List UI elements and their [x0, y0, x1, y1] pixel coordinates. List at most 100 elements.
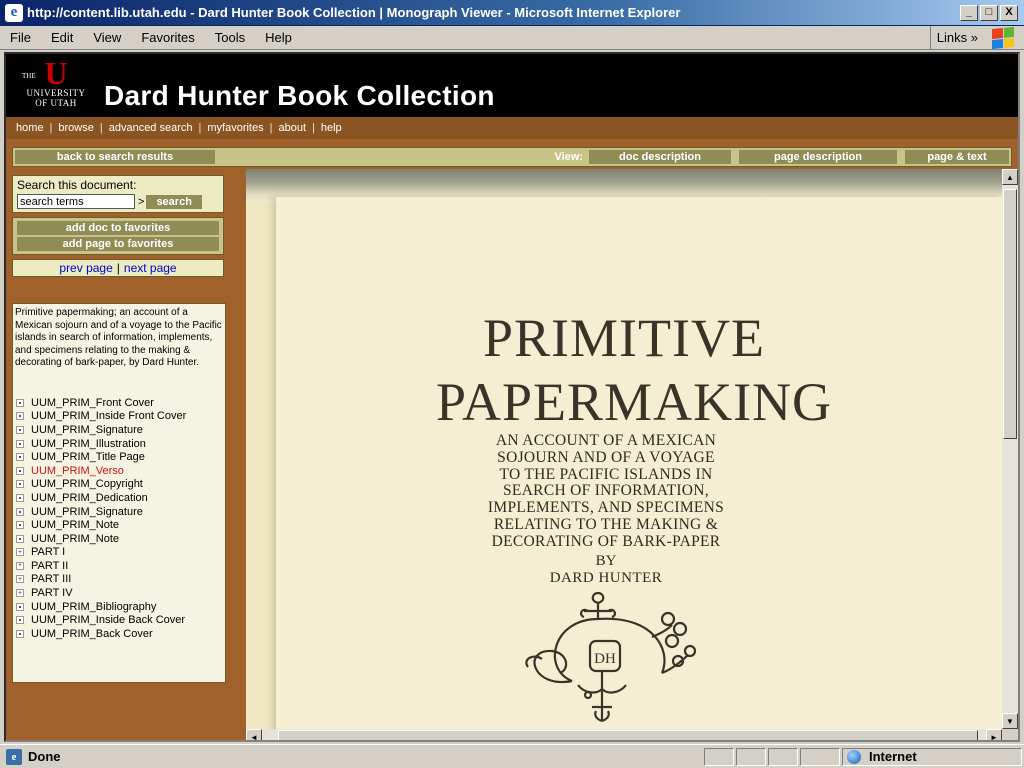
toc-item[interactable]: + PART I — [15, 546, 223, 560]
toc-item[interactable]: UUM_PRIM_Copyright — [15, 478, 223, 492]
toc-list: UUM_PRIM_Front Cover UUM_PRIM_Inside Fron… — [15, 396, 223, 641]
page-done-icon: e — [6, 748, 22, 765]
toc-item-label: UUM_PRIM_Back Cover — [31, 627, 153, 640]
status-pane — [800, 747, 840, 766]
nav-separator: | — [99, 122, 103, 134]
minimize-button[interactable]: _ — [960, 4, 978, 21]
nav-about[interactable]: about — [278, 122, 306, 134]
menu-bar: File Edit View Favorites Tools Help Link… — [0, 26, 1024, 50]
add-page-to-favorites-button[interactable]: add page to favorites — [17, 237, 219, 251]
page-image[interactable]: PRIMITIVE PAPERMAKING AN ACCOUNT OF A ME… — [246, 169, 1002, 729]
vertical-scrollbar[interactable]: ▲ ▼ — [1002, 169, 1018, 729]
toc-item[interactable]: UUM_PRIM_Front Cover — [15, 396, 223, 410]
subtitle-line: IMPLEMENTS, AND SPECIMENS — [487, 499, 725, 517]
logo-line2: OF UTAH — [35, 98, 77, 108]
toc-item[interactable]: UUM_PRIM_Back Cover — [15, 627, 223, 641]
subtitle-line: SEARCH OF INFORMATION, — [503, 482, 709, 500]
viewer-toolbar: back to search results View: doc descrip… — [12, 147, 1012, 167]
toc-item[interactable]: UUM_PRIM_Inside Back Cover — [15, 613, 223, 627]
toc-item[interactable]: UUM_PRIM_Note — [15, 518, 223, 532]
document-search-box: Search this document: > search — [12, 175, 224, 213]
table-of-contents: Primitive papermaking; an account of a M… — [12, 303, 226, 683]
close-button[interactable]: X — [1000, 4, 1018, 21]
search-input[interactable] — [17, 194, 135, 209]
expand-plus-icon[interactable]: + — [16, 575, 24, 584]
bullet-icon — [16, 629, 24, 638]
book-author: DARD HUNTER — [549, 570, 663, 586]
ie-icon: e — [5, 3, 23, 22]
menu-edit[interactable]: Edit — [41, 30, 83, 45]
site-header: THE U UNIVERSITY OF UTAH Dard Hunter Boo… — [6, 54, 1018, 117]
horizontal-scroll-thumb[interactable] — [278, 730, 978, 740]
spacer — [6, 139, 1018, 147]
status-bar: e Done Internet — [0, 744, 1024, 768]
links-button[interactable]: Links » — [937, 30, 978, 45]
toc-item[interactable]: UUM_PRIM_Illustration — [15, 437, 223, 451]
pager: prev page | next page — [12, 259, 224, 277]
add-doc-to-favorites-button[interactable]: add doc to favorites — [17, 221, 219, 235]
horizontal-scrollbar[interactable]: ◄ ► — [246, 729, 1002, 740]
bullet-icon — [16, 398, 24, 407]
expand-plus-icon[interactable]: + — [16, 561, 24, 570]
toc-item[interactable]: UUM_PRIM_Signature — [15, 423, 223, 437]
logo-line1: UNIVERSITY — [26, 88, 86, 98]
toc-item[interactable]: + PART IV — [15, 586, 223, 600]
maximize-button[interactable]: □ — [980, 4, 998, 21]
toc-item[interactable]: UUM_PRIM_Title Page — [15, 450, 223, 464]
toc-item-label: UUM_PRIM_Illustration — [31, 437, 146, 450]
bullet-icon — [16, 493, 24, 502]
menu-tools[interactable]: Tools — [205, 30, 255, 45]
toc-item-label: UUM_PRIM_Inside Back Cover — [31, 614, 186, 627]
subtitle-line: SOJOURN AND OF A VOYAGE — [497, 448, 715, 466]
toc-item[interactable]: UUM_PRIM_Signature — [15, 505, 223, 519]
doc-description-button[interactable]: doc description — [589, 150, 731, 164]
university-of-utah-logo[interactable]: THE U UNIVERSITY OF UTAH — [18, 57, 94, 112]
toc-item[interactable]: UUM_PRIM_Verso — [15, 464, 223, 478]
back-to-search-results-button[interactable]: back to search results — [15, 150, 215, 164]
scroll-right-arrow-icon[interactable]: ► — [986, 729, 1002, 740]
prev-page-link[interactable]: prev page — [59, 261, 112, 275]
toc-item-label: UUM_PRIM_Front Cover — [31, 396, 154, 409]
scroll-left-arrow-icon[interactable]: ◄ — [246, 729, 262, 740]
toc-item[interactable]: + PART II — [15, 559, 223, 573]
next-page-link[interactable]: next page — [124, 261, 177, 275]
nav-myfavorites[interactable]: myfavorites — [207, 122, 263, 134]
page-viewport: THE U UNIVERSITY OF UTAH Dard Hunter Boo… — [4, 52, 1020, 742]
toc-item[interactable]: UUM_PRIM_Dedication — [15, 491, 223, 505]
expand-plus-icon[interactable]: + — [16, 548, 24, 557]
vertical-scroll-thumb[interactable] — [1003, 189, 1017, 439]
expand-plus-icon[interactable]: + — [16, 589, 24, 598]
book-subtitle: AN ACCOUNT OF A MEXICAN SOJOURN AND OF A … — [456, 432, 756, 551]
search-row: > search — [17, 194, 219, 209]
search-button[interactable]: search — [146, 194, 202, 209]
nav-home[interactable]: home — [16, 122, 44, 134]
toc-item[interactable]: + PART III — [15, 573, 223, 587]
toc-item[interactable]: UUM_PRIM_Note — [15, 532, 223, 546]
bullet-icon — [16, 439, 24, 448]
menu-help[interactable]: Help — [255, 30, 302, 45]
page-and-text-button[interactable]: page & text — [905, 150, 1009, 164]
menu-file[interactable]: File — [0, 30, 41, 45]
scroll-up-arrow-icon[interactable]: ▲ — [1002, 169, 1018, 185]
scroll-down-arrow-icon[interactable]: ▼ — [1002, 713, 1018, 729]
window-titlebar[interactable]: e http://content.lib.utah.edu - Dard Hun… — [0, 0, 1024, 26]
toc-item[interactable]: UUM_PRIM_Inside Front Cover — [15, 410, 223, 424]
menu-favorites[interactable]: Favorites — [131, 30, 204, 45]
toc-item-label: UUM_PRIM_Inside Front Cover — [31, 410, 187, 423]
page-description-button[interactable]: page description — [739, 150, 897, 164]
toc-item[interactable]: UUM_PRIM_Bibliography — [15, 600, 223, 614]
bullet-icon — [16, 453, 24, 462]
toc-item-label: UUM_PRIM_Title Page — [31, 451, 145, 464]
bullet-icon — [16, 507, 24, 516]
nav-browse[interactable]: browse — [58, 122, 93, 134]
subtitle-line: TO THE PACIFIC ISLANDS IN — [499, 465, 713, 483]
subtitle-line: AN ACCOUNT OF A MEXICAN — [495, 432, 717, 449]
nav-advanced-search[interactable]: advanced search — [109, 122, 193, 134]
menu-view[interactable]: View — [83, 30, 131, 45]
toc-item-label: UUM_PRIM_Dedication — [31, 491, 148, 504]
bullet-icon — [16, 412, 24, 421]
globe-icon — [847, 749, 861, 764]
nav-help[interactable]: help — [321, 122, 342, 134]
toc-item-label: UUM_PRIM_Note — [31, 519, 120, 532]
toc-item-label: PART II — [31, 559, 69, 572]
